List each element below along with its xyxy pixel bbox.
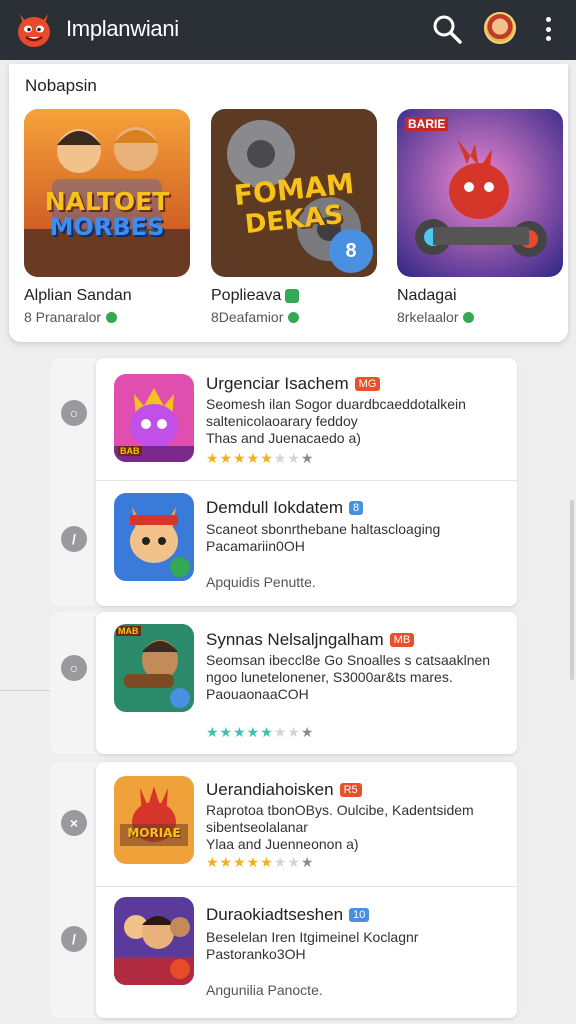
tag-badge: MG xyxy=(354,377,381,391)
list-item[interactable]: Duraokiadtseshen 10 Beselelan Iren Itgime… xyxy=(96,887,517,1018)
game-icon: BAB xyxy=(114,374,194,462)
game-tile-image: NALTOET MORBES xyxy=(24,109,190,277)
game-title: Uerandiahoisken R5 xyxy=(206,780,362,800)
status-check-icon[interactable]: / xyxy=(61,926,87,952)
verified-icon xyxy=(288,311,300,323)
featured-game-name: Poplieava xyxy=(211,287,379,305)
game-description: Seomsan ibeccl8e Go Snoalles s catsaakln… xyxy=(206,652,491,702)
game-tile-image: FOMAM DEKAS 8 xyxy=(211,109,377,277)
game-tile-image: BARIE xyxy=(397,109,563,277)
tile-title-text-2: MORBES xyxy=(49,213,165,241)
game-description: Beselelan Iren Itgimeinel Koclagnr Pasto… xyxy=(206,929,419,962)
list-item[interactable]: MORIAE Uerandiahoisken R5 Raprotoa tbonOB… xyxy=(96,762,517,886)
status-circle-icon[interactable]: ○ xyxy=(61,400,87,426)
featured-game-meta: 8 Pranaralor xyxy=(24,309,192,325)
avatar[interactable] xyxy=(484,12,516,44)
list-item[interactable]: MAB Synnas Nelsaljngalham MB Seomsan ibec… xyxy=(96,612,517,754)
featured-game-card[interactable]: BARIE Nadagai 8rkelaalor xyxy=(397,109,565,325)
tile-badge: BAB xyxy=(118,446,142,456)
app-title: Implanwiani xyxy=(66,16,179,41)
tile-title-text-1: NALTOET xyxy=(44,187,170,216)
status-circle-icon[interactable]: ○ xyxy=(61,655,87,681)
tile-badge: MAB xyxy=(116,626,141,636)
game-meta: Apquidis Penutte. xyxy=(206,574,316,590)
tag-badge: 10 xyxy=(349,908,370,922)
list-item[interactable]: Demdull Iokdatem 8 Scaneot sbonrthebane h… xyxy=(96,481,517,606)
section-title: Nobapsin xyxy=(25,76,97,95)
game-meta: Angunilia Panocte. xyxy=(206,982,323,998)
search-icon[interactable] xyxy=(430,12,464,46)
game-title: Demdull Iokdatem 8 xyxy=(206,498,364,518)
more-vertical-icon[interactable] xyxy=(538,14,558,44)
status-check-icon[interactable]: / xyxy=(61,526,87,552)
featured-game-meta: 8rkelaalor xyxy=(397,309,565,325)
game-title: Duraokiadtseshen 10 xyxy=(206,905,370,925)
featured-game-name: Alplian Sandan xyxy=(24,287,132,304)
game-title: Urgenciar Isachem MG xyxy=(206,374,381,394)
verified-icon xyxy=(463,311,475,323)
tile-badge: BARIE xyxy=(405,117,449,131)
devil-mascot-logo-icon[interactable] xyxy=(14,8,54,50)
tag-badge: R5 xyxy=(339,783,362,797)
tag-badge: 8 xyxy=(349,501,364,515)
game-icon xyxy=(114,493,194,581)
featured-section: Nobapsin NALTOET MORBES Alplian Sandan 8… xyxy=(9,64,568,342)
game-icon: MAB xyxy=(114,624,194,712)
game-title: Synnas Nelsaljngalham MB xyxy=(206,630,415,650)
game-description: Seomesh ilan Sogor duardbcaeddotalkein s… xyxy=(206,396,466,446)
game-description: Scaneot sbonrthebane haltascloaging Paca… xyxy=(206,521,441,554)
rating-stars: ★★★★★★★★ xyxy=(206,854,315,870)
tile-badge: 8 xyxy=(345,240,357,262)
rating-stars: ★★★★★★★★ xyxy=(206,450,315,466)
verified-badge-icon xyxy=(285,289,300,303)
tag-badge: MB xyxy=(389,633,415,647)
verified-icon xyxy=(106,311,118,323)
game-icon xyxy=(114,897,194,985)
featured-game-card[interactable]: NALTOET MORBES Alplian Sandan 8 Pranaral… xyxy=(24,109,192,325)
top-app-bar: Implanwiani xyxy=(0,0,576,60)
divider xyxy=(0,690,50,691)
tile-title-text: MORIAE xyxy=(127,826,181,840)
featured-game-card[interactable]: FOMAM DEKAS 8 Poplieava 8Deafamior xyxy=(211,109,379,325)
featured-game-meta: 8Deafamior xyxy=(211,309,379,325)
list-card: BAB Urgenciar Isachem MG Seomesh ilan Sog… xyxy=(96,358,517,606)
rating-stars: ★★★★★★★★ xyxy=(206,724,315,740)
game-description: Raprotoa tbonOBys. Oulcibe, Kadentsidem … xyxy=(206,802,474,852)
list-item[interactable]: BAB Urgenciar Isachem MG Seomesh ilan Sog… xyxy=(96,358,517,480)
status-cross-icon[interactable]: × xyxy=(61,810,87,836)
scrollbar[interactable] xyxy=(570,500,574,680)
list-card: MAB Synnas Nelsaljngalham MB Seomsan ibec… xyxy=(96,612,517,754)
featured-game-name: Nadagai xyxy=(397,287,457,304)
list-card: MORIAE Uerandiahoisken R5 Raprotoa tbonOB… xyxy=(96,762,517,1018)
game-icon: MORIAE xyxy=(114,776,194,864)
